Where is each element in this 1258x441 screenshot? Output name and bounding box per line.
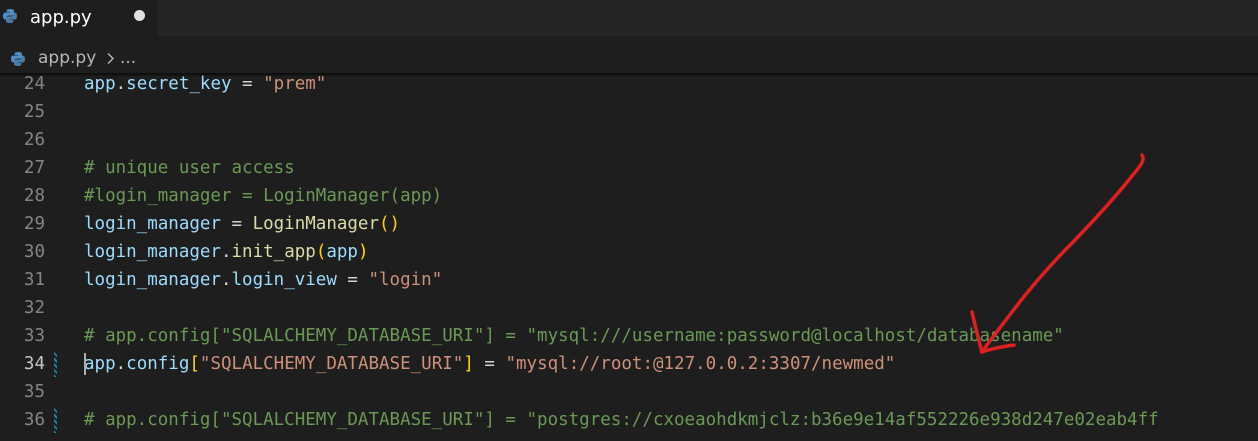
code-token: login_manager <box>84 270 221 290</box>
code-token: app <box>326 242 358 262</box>
code-text: # app.config["SQLALCHEMY_DATABASE_URI"] … <box>84 406 1159 434</box>
code-token: # app.config["SQLALCHEMY_DATABASE_URI"] … <box>84 410 1159 430</box>
unsaved-changes-dot[interactable] <box>134 10 145 21</box>
line-number: 31 <box>23 270 45 290</box>
code-token: "SQLALCHEMY_DATABASE_URI" <box>199 354 464 374</box>
line-number: 36 <box>23 410 45 430</box>
code-text: # unique user access <box>84 154 295 182</box>
code-token: "login" <box>368 270 443 290</box>
breadcrumb-symbol[interactable]: ... <box>120 48 136 68</box>
code-token: "mysql://root:@127.0.0.2:3307/newmed" <box>505 354 896 374</box>
line-number: 25 <box>23 102 45 122</box>
code-text: app.config["SQLALCHEMY_DATABASE_URI"] = … <box>84 350 895 378</box>
code-token: init_app <box>231 242 316 262</box>
code-text: #login_manager = LoginManager(app) <box>84 182 442 210</box>
code-token: [ <box>189 354 200 374</box>
code-token: secret_key <box>126 74 232 94</box>
code-line[interactable]: 31 login_manager.login_view = "login" <box>0 266 1258 294</box>
code-token: "prem" <box>263 74 327 94</box>
code-line[interactable]: 28 #login_manager = LoginManager(app) <box>0 182 1258 210</box>
code-token: . <box>115 354 127 374</box>
text-cursor <box>84 353 86 375</box>
tab-app-py[interactable]: app.py <box>0 0 158 36</box>
line-number: 27 <box>23 158 45 178</box>
code-token: . <box>220 270 232 290</box>
code-line[interactable]: 27 # unique user access <box>0 154 1258 182</box>
code-token: login_view <box>231 270 337 290</box>
code-token: app <box>84 74 116 94</box>
code-line[interactable]: 30 login_manager.init_app(app) <box>0 238 1258 266</box>
code-line[interactable]: 34 app.config["SQLALCHEMY_DATABASE_URI"] … <box>0 350 1258 378</box>
code-line[interactable]: 36 # app.config["SQLALCHEMY_DATABASE_URI"… <box>0 406 1258 434</box>
line-number: 35 <box>23 382 45 402</box>
code-line[interactable]: 26 <box>0 126 1258 154</box>
git-modified-gutter-indicator[interactable] <box>54 351 57 377</box>
breadcrumb-file[interactable]: app.py <box>38 48 96 68</box>
code-text: login_manager = LoginManager() <box>84 210 400 238</box>
code-line[interactable]: 25 <box>0 98 1258 126</box>
line-number: 29 <box>23 214 45 234</box>
code-text: login_manager.login_view = "login" <box>84 266 442 294</box>
chevron-right-icon <box>107 53 114 64</box>
code-token: LoginManager <box>252 214 380 234</box>
code-token: = <box>231 74 264 94</box>
code-token: # app.config["SQLALCHEMY_DATABASE_URI"] … <box>84 326 1064 346</box>
code-token: login_manager <box>84 214 221 234</box>
line-number: 30 <box>23 242 45 262</box>
code-text: # app.config["SQLALCHEMY_DATABASE_URI"] … <box>84 322 1064 350</box>
line-number: 34 <box>23 354 45 374</box>
line-number: 32 <box>23 298 45 318</box>
scroll-shadow <box>0 73 1258 77</box>
code-token: = <box>473 354 506 374</box>
code-line[interactable]: 35 <box>0 378 1258 406</box>
code-token: ( <box>315 242 327 262</box>
breadcrumb: app.py ... <box>0 43 1258 73</box>
tab-bar: app.py <box>0 0 1258 36</box>
code-token: app <box>84 354 116 374</box>
line-number: 28 <box>23 186 45 206</box>
code-token: ] <box>463 354 474 374</box>
code-token: () <box>379 214 401 234</box>
tab-title: app.py <box>30 7 92 28</box>
code-line[interactable]: 29 login_manager = LoginManager() <box>0 210 1258 238</box>
line-number: 33 <box>23 326 45 346</box>
python-icon <box>11 52 25 66</box>
code-token: config <box>126 354 190 374</box>
code-editor[interactable]: 24 app.secret_key = "prem" 25 26 27 # unique … <box>0 70 1258 441</box>
code-line[interactable]: 32 <box>0 294 1258 322</box>
line-number: 26 <box>23 130 45 150</box>
code-token: login_manager <box>84 242 221 262</box>
code-token: . <box>115 74 127 94</box>
code-token: # unique user access <box>84 158 295 178</box>
code-token: = <box>220 214 253 234</box>
code-line[interactable]: 33 # app.config["SQLALCHEMY_DATABASE_URI"… <box>0 322 1258 350</box>
code-text: login_manager.init_app(app) <box>84 238 369 266</box>
code-token: ) <box>357 242 369 262</box>
code-token: #login_manager = LoginManager(app) <box>84 186 443 206</box>
code-token: . <box>220 242 232 262</box>
python-icon <box>3 9 17 23</box>
git-modified-gutter-indicator[interactable] <box>54 407 57 433</box>
code-token: = <box>336 270 369 290</box>
